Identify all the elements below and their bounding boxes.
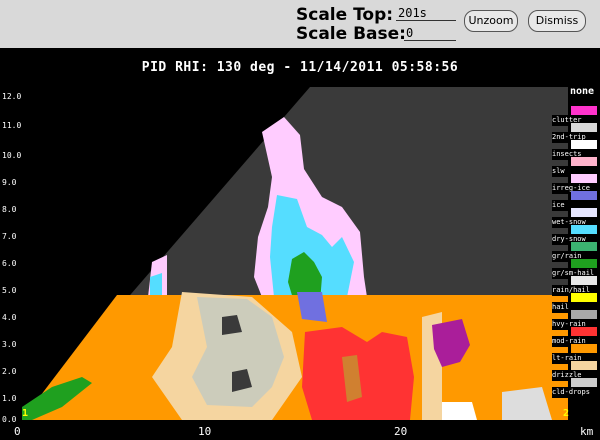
dismiss-button[interactable]: Dismiss bbox=[528, 10, 586, 32]
y-tick: 7.0 bbox=[2, 232, 17, 241]
legend-label: cld-drops bbox=[552, 387, 598, 398]
y-tick: 9.0 bbox=[2, 178, 17, 187]
y-tick: 0.0 bbox=[2, 415, 17, 424]
y-tick: 11.0 bbox=[2, 121, 22, 130]
y-tick: 1.0 bbox=[2, 394, 17, 403]
scale-base-label: Scale Base: bbox=[296, 24, 406, 44]
rhi-radar-image bbox=[22, 87, 568, 420]
y-tick: 6.0 bbox=[2, 259, 17, 268]
x-axis-unit: km bbox=[580, 425, 594, 438]
x-tick: 10 bbox=[198, 425, 212, 438]
unzoom-button[interactable]: Unzoom bbox=[464, 10, 518, 32]
scale-base-input[interactable]: 0 bbox=[404, 26, 456, 41]
x-tick: 20 bbox=[394, 425, 408, 438]
y-tick: 5.0 bbox=[2, 286, 17, 295]
control-bar: Scale Top: 201s Scale Base: 0 Unzoom Dis… bbox=[0, 0, 600, 48]
y-tick: 10.0 bbox=[2, 151, 22, 160]
x-tick: 0 bbox=[14, 425, 21, 438]
scale-top-input[interactable]: 201s bbox=[396, 6, 456, 21]
rhi-plot-area[interactable] bbox=[22, 87, 568, 420]
y-tick: 2.0 bbox=[2, 367, 17, 376]
legend-title: none bbox=[570, 86, 595, 97]
y-tick: 12.0 bbox=[2, 92, 22, 101]
corner-marker-left: 1 bbox=[22, 408, 29, 419]
y-tick: 8.0 bbox=[2, 205, 17, 214]
y-tick: 3.0 bbox=[2, 340, 17, 349]
corner-marker-right: 2 bbox=[563, 408, 570, 419]
scale-top-label: Scale Top: bbox=[296, 5, 394, 25]
y-tick: 4.0 bbox=[2, 313, 17, 322]
plot-title: PID RHI: 130 deg - 11/14/2011 05:58:56 bbox=[141, 60, 459, 75]
